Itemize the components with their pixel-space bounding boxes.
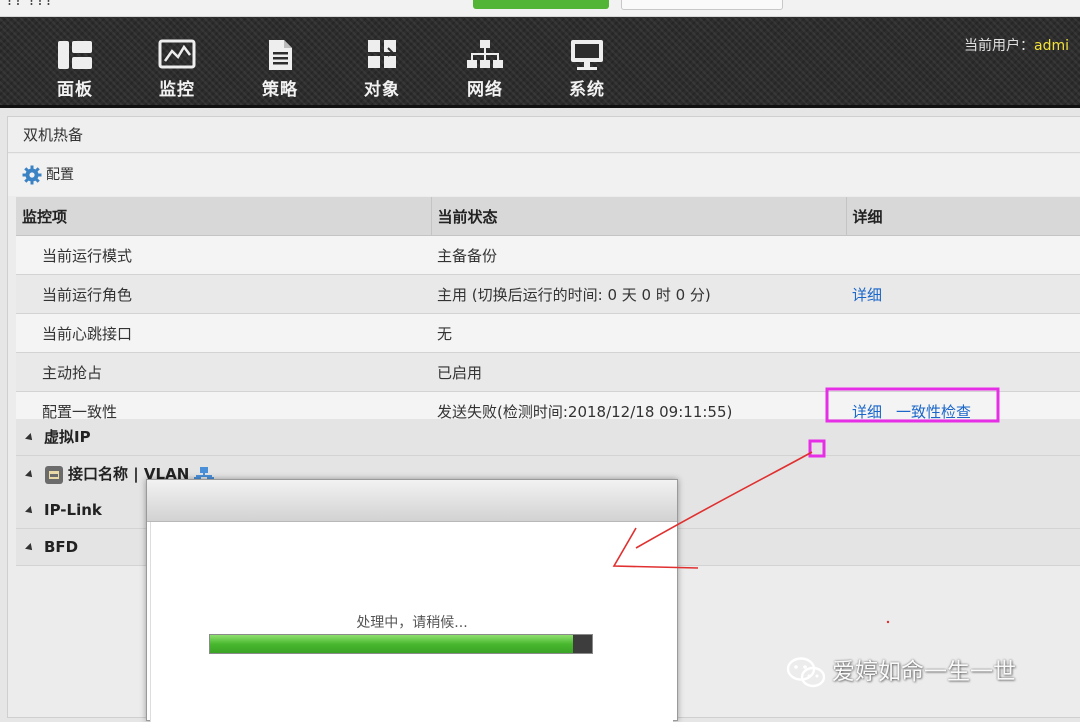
row-item: 主动抢占 — [16, 352, 431, 392]
watermark: 爱婷如命一生一世 — [786, 652, 1016, 690]
monitor-chart-icon — [158, 39, 196, 69]
collapse-triangle-icon — [25, 432, 35, 443]
interface-port-icon — [45, 465, 63, 484]
gear-icon — [22, 165, 42, 185]
nav-item-network[interactable]: 网络 — [450, 37, 520, 100]
dashboard-icon — [58, 41, 92, 69]
processing-message: 处理中，请稍候... — [356, 615, 468, 631]
row-detail — [846, 313, 1080, 353]
current-user-info: 当前用户：admi — [964, 35, 1069, 55]
row-item: 当前运行角色 — [16, 274, 431, 314]
nav-label-system: 系统 — [569, 80, 605, 100]
nav-item-system[interactable]: 系统 — [552, 37, 622, 100]
table-row: 当前运行角色 主用 (切换后运行的时间: 0 天 0 时 0 分) 详细 — [16, 274, 1080, 314]
nav-item-dashboard[interactable]: 面板 — [40, 37, 110, 100]
column-header-status: 当前状态 — [431, 197, 847, 236]
row-item: 当前运行模式 — [16, 235, 431, 275]
collapse-triangle-icon — [25, 469, 35, 480]
section-label: 虚拟IP — [44, 428, 91, 446]
processing-dialog: 处理中，请稍候... — [146, 479, 678, 722]
row-item: 当前心跳接口 — [16, 313, 431, 353]
section-virtual-ip[interactable]: 虚拟IP — [16, 419, 1080, 456]
browser-green-button[interactable] — [473, 0, 609, 9]
row-status: 无 — [431, 313, 846, 353]
table-row: 主动抢占 已启用 — [16, 352, 1080, 392]
column-header-detail: 详细 — [846, 197, 1080, 236]
row-status: 主备备份 — [431, 235, 846, 275]
progress-bar-fill — [210, 635, 573, 653]
nav-label-monitor: 监控 — [159, 80, 195, 100]
nav-item-monitor[interactable]: 监控 — [142, 37, 212, 100]
objects-icon — [368, 40, 396, 68]
browser-grey-button[interactable] — [621, 0, 783, 10]
browser-top-strip: ? ?? ??? — [0, 0, 1080, 17]
monitor-table: 监控项 当前状态 详细 当前运行模式 主备备份 当前运行角色 主用 (切换后运行… — [16, 197, 1080, 431]
current-user-label: 当前用户： — [964, 38, 1034, 54]
table-row: 当前心跳接口 无 — [16, 313, 1080, 353]
detail-link-consistency[interactable]: 详细 — [852, 403, 882, 421]
top-navigation-bar: 面板 监控 策略 对象 网络 系统 当前用户：admi — [0, 17, 1080, 108]
detail-link-role[interactable]: 详细 — [852, 286, 882, 304]
row-detail — [846, 352, 1080, 392]
nav-item-objects[interactable]: 对象 — [347, 37, 417, 100]
nav-label-network: 网络 — [467, 80, 503, 100]
row-status: 已启用 — [431, 352, 846, 392]
progress-bar — [209, 634, 593, 654]
consistency-check-link[interactable]: 一致性检查 — [896, 403, 971, 421]
computer-icon — [571, 40, 603, 70]
wechat-icon — [786, 656, 826, 687]
dialog-header[interactable] — [147, 480, 677, 522]
section-label: BFD — [44, 538, 79, 556]
row-detail: 详细 — [846, 274, 1080, 314]
nav-label-objects: 对象 — [364, 80, 400, 100]
nav-label-dashboard: 面板 — [57, 80, 93, 100]
column-header-item: 监控项 — [16, 197, 432, 236]
collapse-triangle-icon — [25, 542, 35, 553]
config-label: 配置 — [46, 167, 74, 183]
table-row: 当前运行模式 主备备份 — [16, 235, 1080, 275]
row-detail — [846, 235, 1080, 275]
document-icon — [269, 40, 292, 70]
network-tree-icon — [467, 40, 503, 68]
table-header-row: 监控项 当前状态 详细 — [16, 197, 1080, 236]
panel-title: 双机热备 — [8, 117, 1080, 153]
nav-item-policy[interactable]: 策略 — [245, 37, 315, 100]
section-label: IP-Link — [44, 501, 102, 519]
current-user-name[interactable]: admi — [1034, 38, 1069, 54]
row-status: 主用 (切换后运行的时间: 0 天 0 时 0 分) — [431, 274, 846, 314]
watermark-text: 爱婷如命一生一世 — [832, 659, 1016, 685]
config-bar: 配置 — [8, 154, 1080, 196]
browser-tab-fragment: ? ?? ??? — [0, 0, 53, 9]
collapse-triangle-icon — [25, 505, 35, 516]
config-button[interactable]: 配置 — [22, 165, 74, 185]
nav-label-policy: 策略 — [262, 80, 298, 100]
